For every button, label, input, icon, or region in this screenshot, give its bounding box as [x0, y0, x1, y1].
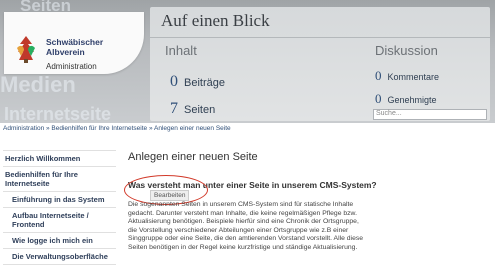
sidebar-item-admin-interface[interactable]: Die Verwaltungsoberfläche [3, 249, 116, 265]
header-banner: Seiten Medien Internetseite Auf einen Bl… [0, 0, 495, 123]
dashboard-title: Auf einen Blick [161, 11, 270, 30]
sidebar-item-login[interactable]: Wie logge ich mich ein [3, 233, 116, 249]
sidebar-item-welcome[interactable]: Herzlich Willkommen [3, 150, 116, 167]
logo[interactable]: Schwäbischer Albverein Administration [4, 12, 144, 74]
approved-stat[interactable]: 0 Genehmigte [375, 90, 437, 108]
page-title: Anlegen einer neuen Seite [128, 151, 258, 163]
comments-count: 0 [375, 68, 382, 83]
background-word: Internetseite [4, 104, 112, 123]
discussion-heading: Diskussion [375, 43, 438, 58]
comments-label: Kommentare [387, 72, 440, 82]
body-paragraph: Die sogenannten Seiten in unserem CMS-Sy… [128, 201, 364, 251]
posts-label: Beiträge [184, 77, 225, 89]
dashboard-divider [150, 37, 490, 38]
background-word: Medien [0, 72, 76, 97]
posts-count: 0 [170, 73, 178, 90]
approved-count: 0 [375, 91, 382, 106]
logo-subtitle: Administration [46, 62, 97, 71]
posts-stat[interactable]: 0 Beiträge [170, 73, 225, 91]
approved-label: Genehmigte [387, 95, 437, 105]
pages-stat[interactable]: 7 Seiten [170, 100, 215, 118]
content-heading: Inhalt [165, 43, 197, 58]
pages-count: 7 [170, 100, 178, 117]
sidebar-nav: Herzlich Willkommen Bedienhilfen für Ihr… [3, 150, 116, 265]
comments-stat[interactable]: 0 Kommentare [375, 67, 439, 85]
pages-label: Seiten [184, 104, 216, 116]
edit-button[interactable]: Bearbeiten [150, 190, 190, 201]
breadcrumb[interactable]: Administration » Bedienhilfen für Ihre I… [3, 125, 231, 132]
albverein-emblem-icon [17, 36, 35, 63]
search-input[interactable]: Suche... [373, 109, 487, 120]
sidebar-item-introduction[interactable]: Einführung in das System [3, 192, 116, 208]
logo-name: Schwäbischer Albverein [46, 37, 104, 57]
sidebar-item-help[interactable]: Bedienhilfen für Ihre Internetseite [3, 167, 116, 192]
sidebar-item-frontend[interactable]: Aufbau Internetseite / Frontend [3, 208, 116, 233]
